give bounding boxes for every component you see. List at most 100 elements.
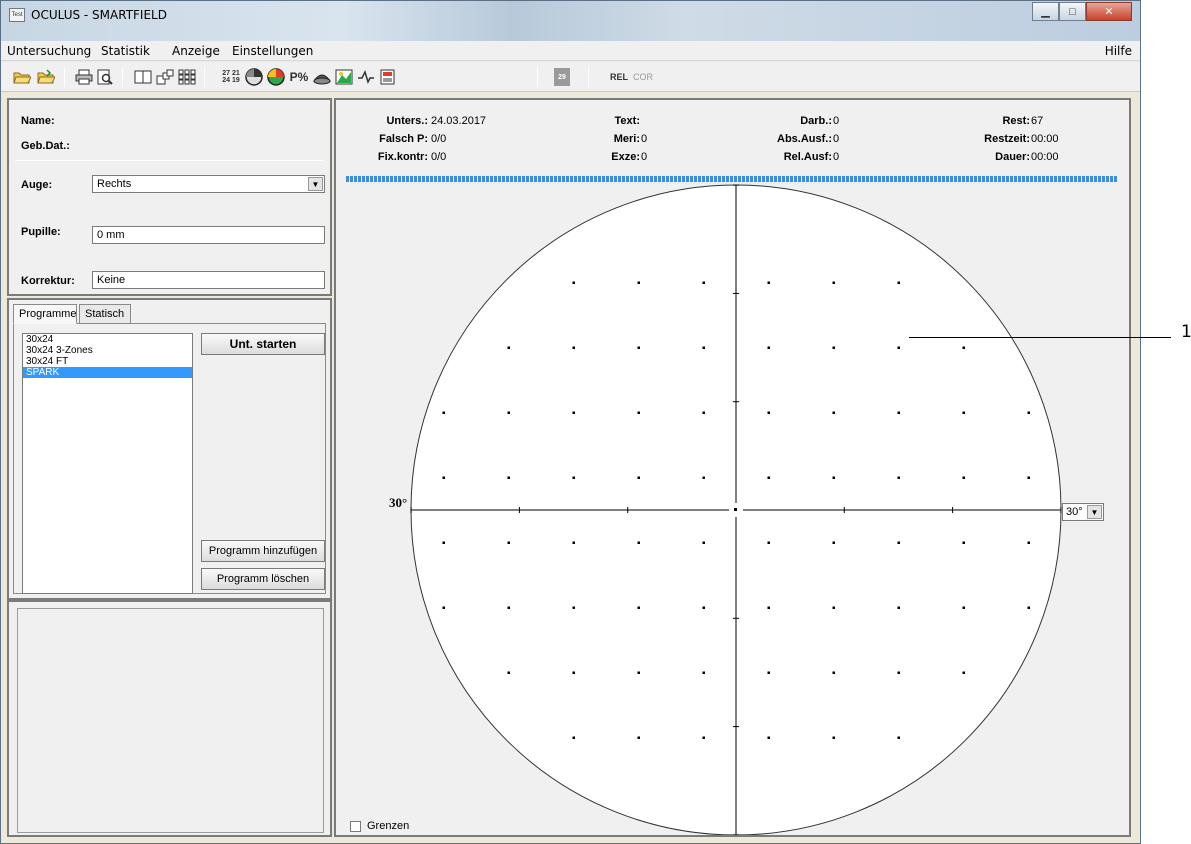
test-point bbox=[897, 281, 900, 284]
range-select[interactable]: 30° ▼ bbox=[1062, 503, 1104, 521]
test-point bbox=[507, 476, 510, 479]
color-map-icon[interactable] bbox=[267, 68, 285, 86]
test-point bbox=[507, 671, 510, 674]
range-select-value: 30° bbox=[1066, 506, 1083, 518]
cor-button[interactable]: COR bbox=[633, 68, 653, 86]
test-point bbox=[637, 541, 640, 544]
test-point bbox=[1027, 541, 1030, 544]
correction-label: Korrektur: bbox=[21, 275, 75, 287]
close-button[interactable]: ✕ bbox=[1086, 2, 1132, 21]
badge-icon[interactable]: 29 bbox=[554, 68, 570, 86]
grid-view-icon[interactable] bbox=[178, 68, 196, 86]
program-list[interactable]: 30x24 30x24 3-Zones 30x24 FT SPARK bbox=[22, 333, 193, 594]
test-point bbox=[442, 606, 445, 609]
test-point bbox=[637, 411, 640, 414]
patient-panel: Name: Geb.Dat.: Auge: Rechts ▼ Pupille: … bbox=[7, 98, 332, 296]
info-area bbox=[17, 608, 324, 833]
test-point bbox=[832, 736, 835, 739]
menu-hilfe[interactable]: Hilfe bbox=[1105, 44, 1132, 58]
curve-icon[interactable] bbox=[357, 68, 375, 86]
menu-anzeige[interactable]: Anzeige bbox=[172, 44, 220, 58]
test-point bbox=[767, 281, 770, 284]
name-label: Name: bbox=[21, 115, 55, 127]
tab-statisch[interactable]: Statisch bbox=[79, 304, 131, 324]
test-point bbox=[507, 346, 510, 349]
test-point bbox=[702, 281, 705, 284]
test-point bbox=[637, 281, 640, 284]
probability-icon[interactable]: P% bbox=[289, 68, 309, 86]
print-icon[interactable] bbox=[75, 68, 93, 86]
open-folder-2-icon[interactable] bbox=[37, 68, 55, 86]
callout-number: 1 bbox=[1181, 322, 1191, 342]
test-point bbox=[637, 476, 640, 479]
test-point bbox=[572, 281, 575, 284]
grenzen-label: Grenzen bbox=[367, 820, 410, 832]
test-point bbox=[572, 346, 575, 349]
start-exam-button[interactable]: Unt. starten bbox=[201, 333, 325, 355]
test-point bbox=[832, 281, 835, 284]
add-program-button[interactable]: Programm hinzufügen bbox=[201, 540, 325, 562]
eye-select[interactable]: Rechts ▼ bbox=[92, 175, 325, 193]
window-title: OCULUS - SMARTFIELD bbox=[31, 8, 167, 22]
test-point bbox=[572, 671, 575, 674]
single-view-icon[interactable] bbox=[134, 68, 152, 86]
test-point bbox=[637, 736, 640, 739]
print-preview-icon[interactable] bbox=[97, 68, 113, 86]
toolbar-separator bbox=[588, 67, 589, 87]
test-point bbox=[1027, 476, 1030, 479]
radius-label: 30° bbox=[389, 495, 407, 510]
test-point bbox=[507, 541, 510, 544]
toolbar: 27 21 24 19 P% 29 REL COR bbox=[1, 62, 1140, 92]
open-folder-icon[interactable] bbox=[13, 68, 31, 86]
greyscale-icon[interactable] bbox=[245, 68, 263, 86]
test-point bbox=[832, 541, 835, 544]
programs-panel: Programme Statisch 30x24 30x24 3-Zones 3… bbox=[7, 298, 332, 600]
delete-program-button[interactable]: Programm löschen bbox=[201, 568, 325, 590]
list-item-selected[interactable]: SPARK bbox=[23, 367, 192, 378]
eye-label: Auge: bbox=[21, 179, 53, 191]
application-window: Test OCULUS - SMARTFIELD ▁ □ ✕ Untersuch… bbox=[0, 0, 1141, 844]
test-point bbox=[702, 541, 705, 544]
multi-view-icon[interactable] bbox=[156, 68, 174, 86]
list-item[interactable]: 30x24 FT bbox=[23, 356, 192, 367]
menu-untersuchung[interactable]: Untersuchung bbox=[7, 44, 91, 58]
chart-icon[interactable] bbox=[335, 68, 353, 86]
test-point bbox=[897, 411, 900, 414]
toolbar-separator bbox=[537, 67, 538, 87]
visual-field-panel: Unters.: 24.03.2017 Falsch P: 0/0 Fix.ko… bbox=[334, 98, 1131, 837]
test-point bbox=[767, 346, 770, 349]
test-point bbox=[962, 671, 965, 674]
test-point bbox=[1027, 411, 1030, 414]
info-panel bbox=[7, 600, 332, 837]
test-point bbox=[637, 346, 640, 349]
list-item[interactable]: 30x24 bbox=[23, 334, 192, 345]
eye-select-value: Rechts bbox=[97, 178, 132, 190]
maximize-button[interactable]: □ bbox=[1059, 2, 1086, 21]
fixation-point bbox=[734, 508, 737, 511]
list-item[interactable]: 30x24 3-Zones bbox=[23, 345, 192, 356]
menu-statistik[interactable]: Statistik bbox=[101, 44, 150, 58]
chevron-down-icon[interactable]: ▼ bbox=[1087, 505, 1102, 519]
3d-hill-icon[interactable] bbox=[313, 68, 331, 86]
flag-icon[interactable] bbox=[379, 68, 397, 86]
menu-einstellungen[interactable]: Einstellungen bbox=[232, 44, 313, 58]
test-point bbox=[702, 736, 705, 739]
checkbox-box[interactable] bbox=[350, 820, 361, 832]
chevron-down-icon[interactable]: ▼ bbox=[308, 177, 323, 191]
test-point bbox=[442, 541, 445, 544]
minimize-button[interactable]: ▁ bbox=[1032, 2, 1059, 21]
correction-input[interactable]: Keine bbox=[92, 271, 325, 289]
tab-programme[interactable]: Programme bbox=[13, 304, 77, 324]
test-point bbox=[767, 606, 770, 609]
test-point bbox=[702, 671, 705, 674]
rel-button[interactable]: REL bbox=[609, 68, 629, 86]
test-point bbox=[832, 411, 835, 414]
grenzen-checkbox[interactable]: Grenzen bbox=[350, 820, 409, 832]
test-point bbox=[832, 346, 835, 349]
test-point bbox=[507, 411, 510, 414]
number-map-icon[interactable]: 27 21 24 19 bbox=[220, 68, 242, 86]
test-point bbox=[702, 606, 705, 609]
test-point bbox=[832, 671, 835, 674]
pupil-input[interactable]: 0 mm bbox=[92, 226, 325, 244]
pupil-label: Pupille: bbox=[21, 226, 61, 238]
